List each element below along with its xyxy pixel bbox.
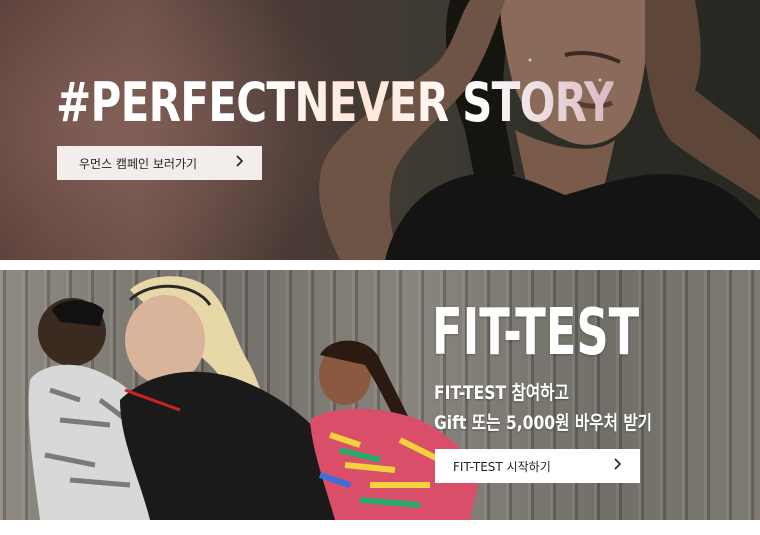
- runners-photo: [28, 276, 480, 520]
- fit-test-subline-2: Gift 또는 5,000원 바우처 받기: [434, 412, 653, 434]
- fit-test-headline: FIT-TEST: [432, 296, 640, 370]
- fit-test-subline-1: FIT-TEST 참여하고: [434, 382, 569, 404]
- chevron-right-icon: [236, 155, 244, 171]
- women-campaign-button[interactable]: 우먼스 캠페인 보러가기: [57, 146, 262, 180]
- women-campaign-banner[interactable]: #PERFECTNEVER STORY 우먼스 캠페인 보러가기: [0, 0, 760, 260]
- fit-test-banner[interactable]: [0, 270, 760, 520]
- fit-test-start-button[interactable]: FIT-TEST 시작하기: [435, 449, 640, 483]
- chevron-right-icon: [614, 458, 622, 474]
- banner-divider: [0, 260, 760, 270]
- page-bottom-spacer: [0, 520, 760, 535]
- women-campaign-button-label: 우먼스 캠페인 보러가기: [79, 156, 198, 171]
- campaign-headline: #PERFECTNEVER STORY: [56, 71, 615, 134]
- fit-test-start-button-label: FIT-TEST 시작하기: [453, 459, 551, 474]
